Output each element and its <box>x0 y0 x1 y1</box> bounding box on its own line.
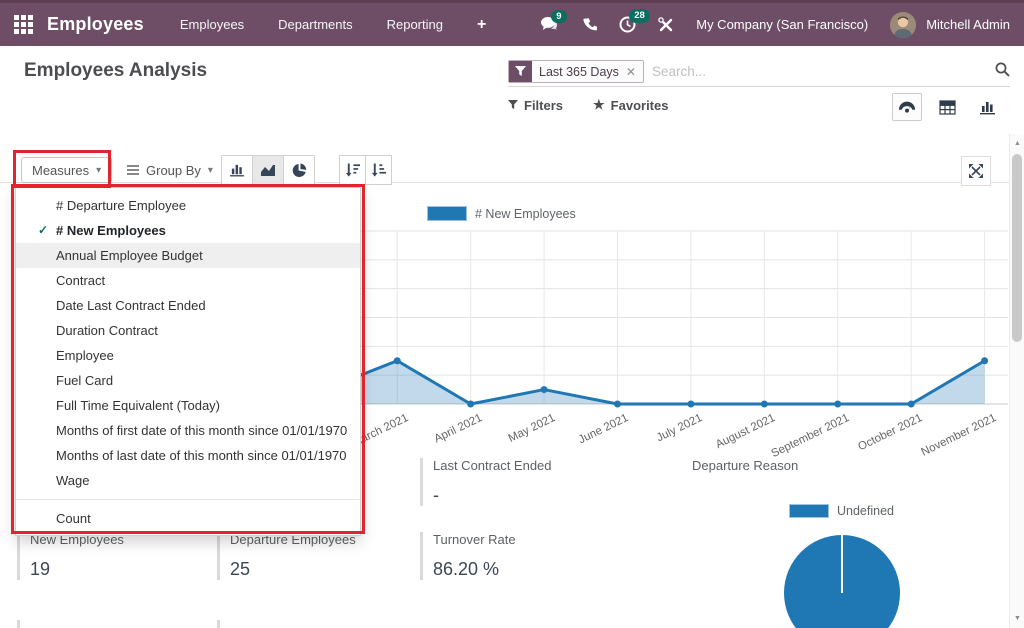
scroll-down-icon[interactable]: ▼ <box>1010 615 1024 622</box>
view-switcher <box>892 93 1002 121</box>
menu-divider <box>16 499 360 500</box>
line-chart-legend[interactable]: # New Employees <box>427 206 576 221</box>
caret-down-icon: ▾ <box>208 165 213 176</box>
app-menu: Employees Departments Reporting <box>180 17 443 32</box>
legend-swatch <box>427 206 467 221</box>
measures-dropdown: ✓ # Departure Employee ✓ # New Employees… <box>15 187 361 536</box>
nav-menu-item[interactable]: Employees <box>180 17 244 32</box>
search-input[interactable] <box>644 64 995 79</box>
control-panel: Employees Analysis Last 365 Days ✕ Filte… <box>0 49 1024 133</box>
favorites-button[interactable]: ★ Favorites <box>593 97 668 113</box>
pie-chart-svg[interactable] <box>772 523 912 628</box>
messages-badge: 9 <box>551 10 566 24</box>
activities-badge: 28 <box>629 9 650 23</box>
search-options: Filters ★ Favorites <box>508 97 668 113</box>
filter-funnel-icon <box>509 61 532 82</box>
graph-view-button[interactable] <box>972 93 1002 121</box>
measures-menu-item-count[interactable]: Count <box>16 506 360 531</box>
kpi-value: 86.20 % <box>433 559 655 580</box>
search-bar[interactable]: Last 365 Days ✕ <box>508 57 1010 87</box>
measures-button[interactable]: Measures ▾ <box>21 157 112 183</box>
caret-down-icon: ▾ <box>96 165 101 176</box>
measures-menu-item[interactable]: ✓ Contract <box>16 268 360 293</box>
kpi-card-last-contract[interactable]: Last Contract Ended - <box>420 458 655 506</box>
measures-menu-item[interactable]: ✓ # Departure Employee <box>16 193 360 218</box>
pie-chart-legend[interactable]: Undefined <box>789 504 894 518</box>
filters-label: Filters <box>524 98 563 113</box>
measures-menu-item[interactable]: ✓ Duration Contract <box>16 318 360 343</box>
measures-menu-item[interactable]: ✓ # New Employees <box>16 218 360 243</box>
kpi-card-partial <box>17 620 202 628</box>
scrollbar-thumb[interactable] <box>1012 154 1022 342</box>
star-icon: ★ <box>593 97 605 113</box>
dashboard-view-button[interactable] <box>892 93 922 121</box>
search-facet: Last 365 Days ✕ <box>508 60 644 83</box>
pie-legend-label: Undefined <box>837 504 894 518</box>
pie-chart-card: Departure Reason <box>692 458 798 473</box>
activities-clock-icon[interactable]: 28 <box>619 16 636 33</box>
messages-icon[interactable]: 9 <box>541 17 560 33</box>
kpi-value: 25 <box>230 559 407 580</box>
tools-icon[interactable] <box>658 17 674 33</box>
legend-swatch <box>789 504 829 518</box>
top-navbar: Employees EmployeesDepartmentsReporting … <box>0 0 1024 46</box>
measures-menu-item[interactable]: ✓ Annual Employee Budget <box>16 243 360 268</box>
kpi-value: 19 <box>30 559 202 580</box>
measures-label: Measures <box>32 163 89 178</box>
sort-group <box>340 155 392 185</box>
vertical-scrollbar[interactable]: ▲ ▼ <box>1009 134 1024 628</box>
kpi-value: - <box>433 485 655 506</box>
expand-fullscreen-button[interactable] <box>961 156 991 186</box>
measures-menu-item[interactable]: ✓ Months of last date of this month sinc… <box>16 443 360 468</box>
measures-menu-item[interactable]: ✓ Fuel Card <box>16 368 360 393</box>
count-label: Count <box>56 511 91 526</box>
user-avatar[interactable] <box>890 12 916 38</box>
search-icon[interactable] <box>995 62 1010 82</box>
sort-ascending-button[interactable] <box>365 155 392 185</box>
measures-menu-item[interactable]: ✓ Date Last Contract Ended <box>16 293 360 318</box>
pie-chart-title: Departure Reason <box>692 458 798 473</box>
kpi-card-departure-employees[interactable]: Departure Employees 25 <box>217 532 407 580</box>
line-chart-button[interactable] <box>252 155 284 185</box>
plus-menu-icon[interactable]: + <box>477 16 486 34</box>
kpi-card-new-employees[interactable]: New Employees 19 <box>17 532 202 580</box>
page-title: Employees Analysis <box>24 60 207 82</box>
kpi-label: Last Contract Ended <box>433 458 655 473</box>
facet-label: Last 365 Days <box>539 65 619 79</box>
legend-label: # New Employees <box>475 207 576 221</box>
user-name[interactable]: Mitchell Admin <box>926 17 1010 32</box>
group-by-label: Group By <box>146 163 201 178</box>
sort-descending-button[interactable] <box>339 155 366 185</box>
nav-menu-item[interactable]: Departments <box>278 17 352 32</box>
phone-icon[interactable] <box>582 17 597 32</box>
group-by-button[interactable]: Group By ▾ <box>127 157 213 183</box>
kpi-card-partial <box>217 620 407 628</box>
employees-analysis-page: Employees EmployeesDepartmentsReporting … <box>0 0 1024 628</box>
measures-menu-item[interactable]: ✓ Wage <box>16 468 360 493</box>
current-app-title[interactable]: Employees <box>47 14 144 35</box>
measures-menu-item[interactable]: ✓ Months of first date of this month sin… <box>16 418 360 443</box>
filters-button[interactable]: Filters <box>508 98 563 113</box>
scroll-up-icon[interactable]: ▲ <box>1010 140 1024 147</box>
measures-menu-item[interactable]: ✓ Employee <box>16 343 360 368</box>
remove-facet-icon[interactable]: ✕ <box>626 65 636 79</box>
kpi-label: Turnover Rate <box>433 532 655 547</box>
company-switcher[interactable]: My Company (San Francisco) <box>696 17 868 32</box>
apps-menu-icon[interactable] <box>14 15 33 34</box>
list-view-button[interactable] <box>932 93 962 121</box>
check-icon: ✓ <box>38 223 48 238</box>
kpi-card-turnover-rate[interactable]: Turnover Rate 86.20 % <box>420 532 655 580</box>
pie-chart-button[interactable] <box>283 155 315 185</box>
chart-type-group <box>222 155 315 185</box>
favorites-label: Favorites <box>611 98 669 113</box>
hamburger-icon <box>127 165 139 175</box>
bar-chart-button[interactable] <box>221 155 253 185</box>
nav-menu-item[interactable]: Reporting <box>387 17 443 32</box>
measures-menu-item[interactable]: ✓ Full Time Equivalent (Today) <box>16 393 360 418</box>
